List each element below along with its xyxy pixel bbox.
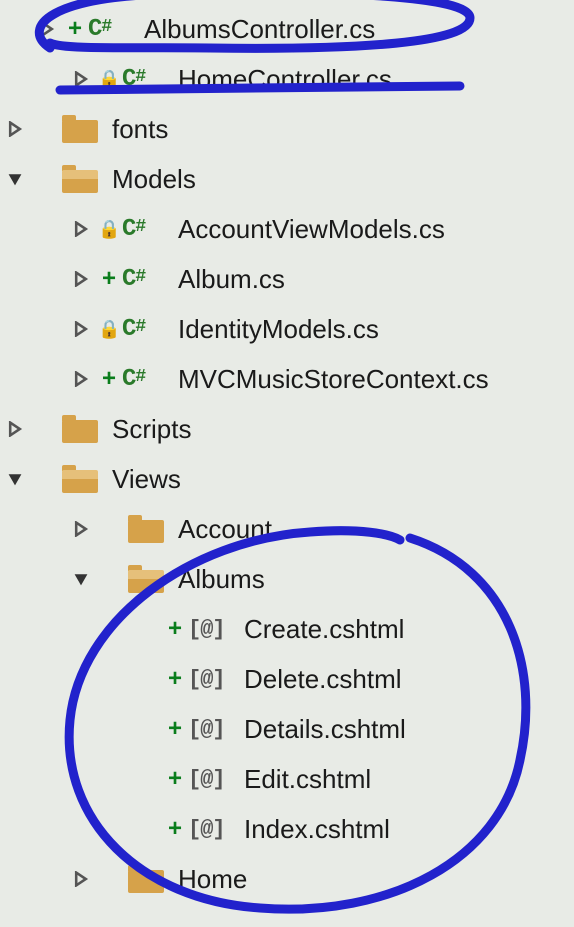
tree-item[interactable]: +[@] Delete.cshtml <box>0 654 574 704</box>
cshtml-file-icon: [@] <box>188 717 236 742</box>
tree-item-label: Account <box>178 514 272 545</box>
collapse-arrow-icon[interactable] <box>70 568 92 590</box>
folder-icon <box>56 115 104 143</box>
expand-arrow-icon[interactable] <box>70 218 92 240</box>
tree-item-label: Home <box>178 864 247 895</box>
tree-item-label: Album.cs <box>178 264 285 295</box>
tree-item-label: MVCMusicStoreContext.cs <box>178 364 489 395</box>
folder-open-icon <box>56 165 104 193</box>
csharp-file-icon: C# <box>122 366 170 393</box>
cshtml-file-icon: [@] <box>188 617 236 642</box>
tree-item[interactable]: +C# Album.cs <box>0 254 574 304</box>
tree-item[interactable]: +[@] Edit.cshtml <box>0 754 574 804</box>
vcs-locked-icon: 🔒 <box>98 219 120 240</box>
tree-item-label: Views <box>112 464 181 495</box>
tree-item-label: Models <box>112 164 196 195</box>
tree-item[interactable]: +Scripts <box>0 404 574 454</box>
tree-item[interactable]: +Account <box>0 504 574 554</box>
csharp-file-icon: C# <box>88 16 136 43</box>
vcs-added-icon: + <box>164 665 186 693</box>
tree-item[interactable]: +Views <box>0 454 574 504</box>
solution-explorer-tree: +C#AlbumsController.cs🔒C#HomeController.… <box>0 0 574 904</box>
csharp-file-icon: C# <box>122 216 170 243</box>
tree-item[interactable]: +Home <box>0 854 574 904</box>
tree-item-label: Delete.cshtml <box>244 664 402 695</box>
tree-item-label: Create.cshtml <box>244 614 404 645</box>
vcs-added-icon: + <box>98 365 120 393</box>
tree-item-label: Scripts <box>112 414 191 445</box>
folder-open-icon <box>122 565 170 593</box>
vcs-added-icon: + <box>98 265 120 293</box>
expand-arrow-icon[interactable] <box>70 868 92 890</box>
tree-item[interactable]: +[@] Index.cshtml <box>0 804 574 854</box>
vcs-added-icon: + <box>164 715 186 743</box>
expand-arrow-icon[interactable] <box>70 368 92 390</box>
csharp-file-icon: C# <box>122 266 170 293</box>
tree-item[interactable]: 🔒C# HomeController.cs <box>0 54 574 104</box>
tree-item-label: IdentityModels.cs <box>178 314 379 345</box>
tree-item[interactable]: +[@] Create.cshtml <box>0 604 574 654</box>
tree-item-label: Albums <box>178 564 265 595</box>
csharp-file-icon: C# <box>122 316 170 343</box>
vcs-added-icon: + <box>64 15 86 43</box>
collapse-arrow-icon[interactable] <box>4 168 26 190</box>
collapse-arrow-icon[interactable] <box>4 468 26 490</box>
vcs-locked-icon: 🔒 <box>98 319 120 340</box>
folder-icon <box>56 415 104 443</box>
csharp-file-icon: C# <box>122 66 170 93</box>
tree-item-label: Index.cshtml <box>244 814 390 845</box>
tree-item-label: Edit.cshtml <box>244 764 371 795</box>
tree-item-label: HomeController.cs <box>178 64 392 95</box>
cshtml-file-icon: [@] <box>188 767 236 792</box>
cshtml-file-icon: [@] <box>188 667 236 692</box>
expand-arrow-icon[interactable] <box>70 518 92 540</box>
tree-item[interactable]: +C# AlbumsController.cs <box>0 4 574 54</box>
tree-item-label: AlbumsController.cs <box>144 14 375 45</box>
tree-item[interactable]: +[@] Details.cshtml <box>0 704 574 754</box>
vcs-added-icon: + <box>164 615 186 643</box>
tree-item[interactable]: 🔒C# AccountViewModels.cs <box>0 204 574 254</box>
vcs-locked-icon: 🔒 <box>98 69 120 90</box>
tree-item-label: fonts <box>112 114 168 145</box>
expand-arrow-icon[interactable] <box>70 68 92 90</box>
vcs-added-icon: + <box>164 765 186 793</box>
tree-item-label: AccountViewModels.cs <box>178 214 445 245</box>
folder-icon <box>122 865 170 893</box>
tree-item[interactable]: +fonts <box>0 104 574 154</box>
expand-arrow-icon[interactable] <box>36 18 58 40</box>
tree-item[interactable]: +C# MVCMusicStoreContext.cs <box>0 354 574 404</box>
cshtml-file-icon: [@] <box>188 817 236 842</box>
vcs-added-icon: + <box>164 815 186 843</box>
expand-arrow-icon[interactable] <box>4 118 26 140</box>
expand-arrow-icon[interactable] <box>70 318 92 340</box>
tree-item[interactable]: 🔒C# IdentityModels.cs <box>0 304 574 354</box>
expand-arrow-icon[interactable] <box>70 268 92 290</box>
folder-open-icon <box>56 465 104 493</box>
tree-item[interactable]: +Albums <box>0 554 574 604</box>
expand-arrow-icon[interactable] <box>4 418 26 440</box>
tree-item-label: Details.cshtml <box>244 714 406 745</box>
tree-item[interactable]: +Models <box>0 154 574 204</box>
folder-icon <box>122 515 170 543</box>
